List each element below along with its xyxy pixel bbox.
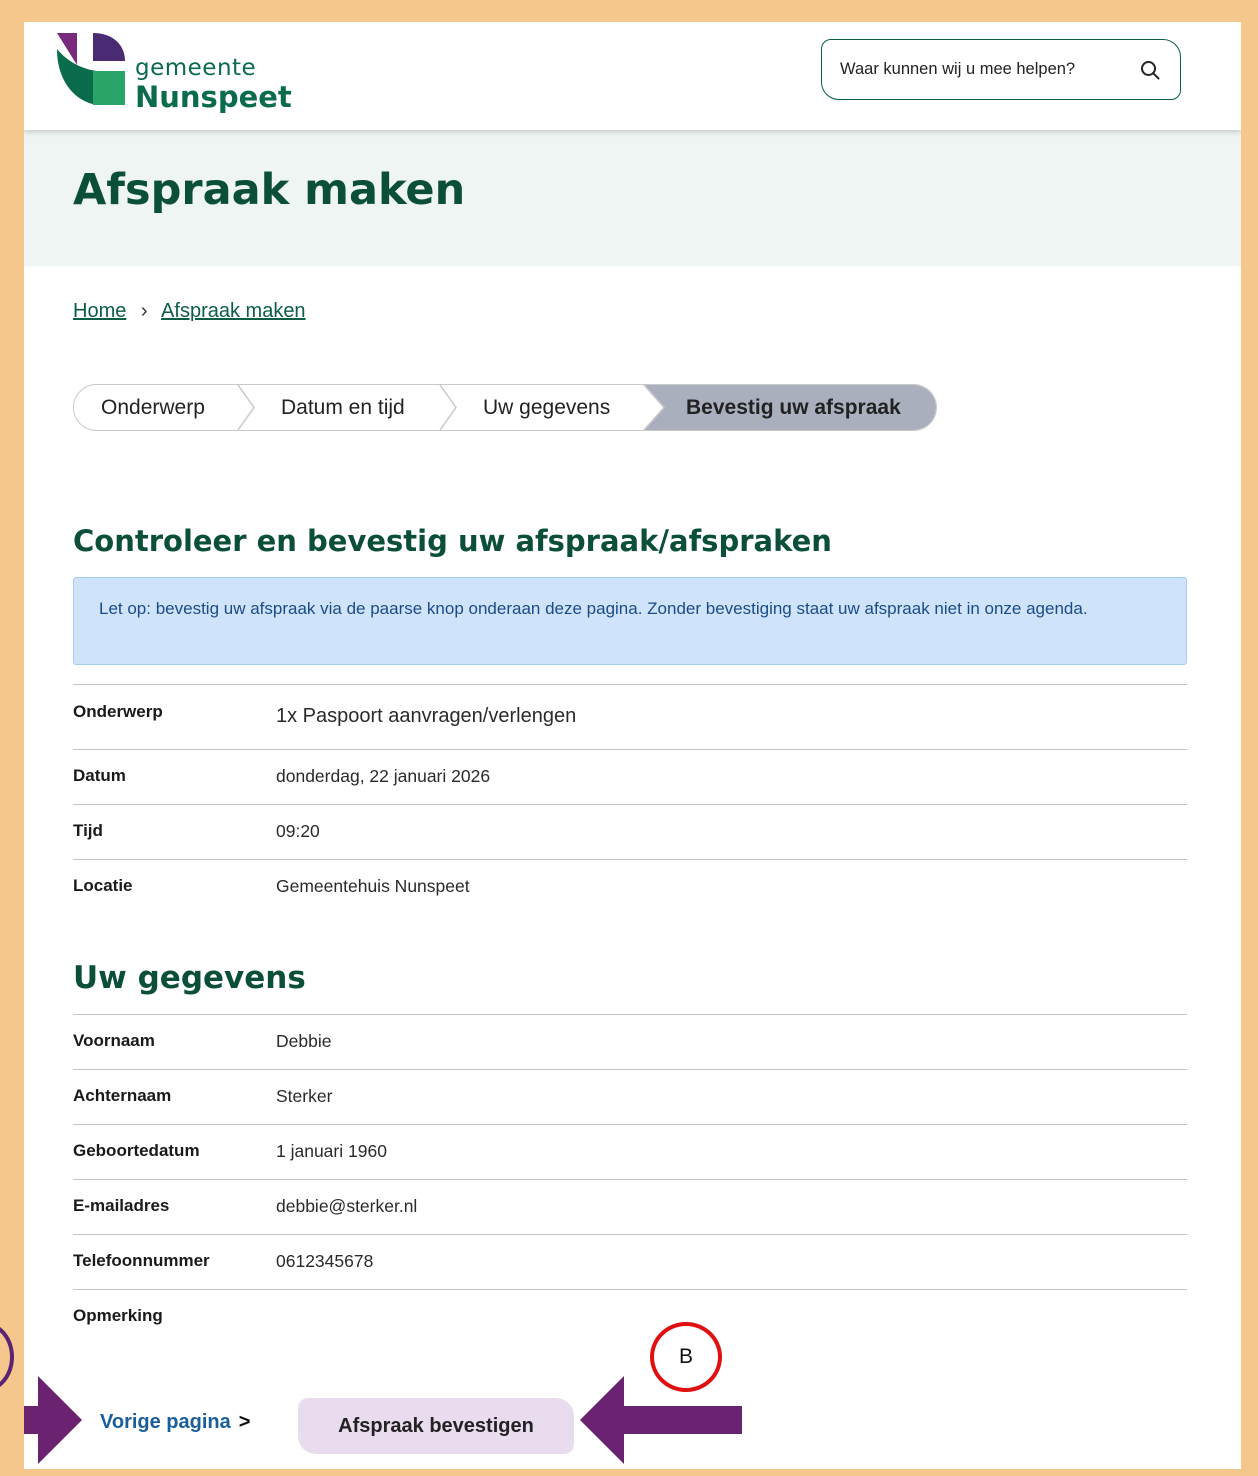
row-label: Telefoonnummer [73, 1251, 210, 1270]
row-value: 1 januari 1960 [276, 1141, 387, 1161]
row-label: Geboortedatum [73, 1141, 200, 1160]
logo-text-small: gemeente [135, 55, 257, 81]
row-label: Voornaam [73, 1031, 155, 1050]
table-row: Datum donderdag, 22 januari 2026 [73, 749, 1187, 804]
table-row: Opmerking [73, 1289, 1187, 1344]
row-value: Gemeentehuis Nunspeet [276, 876, 470, 896]
row-value: donderdag, 22 januari 2026 [276, 766, 491, 786]
row-label: Datum [73, 766, 126, 785]
row-label: Opmerking [73, 1306, 163, 1325]
table-row: Onderwerp 1x Paspoort aanvragen/verlenge… [73, 684, 1187, 749]
row-value: 0612345678 [276, 1251, 374, 1271]
page-hero: Afspraak maken [24, 130, 1241, 266]
step-bevestig-active: Bevestig uw afspraak [686, 396, 901, 419]
notice-text: Let op: bevestig uw afspraak via de paar… [99, 599, 1088, 618]
search-box[interactable]: Waar kunnen wij u mee helpen? [821, 39, 1181, 100]
logo-text-big: Nunspeet [135, 80, 292, 114]
table-row: E-mailadres debbie@sterker.nl [73, 1179, 1187, 1234]
page: gemeente Nunspeet Waar kunnen wij u mee … [24, 22, 1241, 1469]
row-label: E-mailadres [73, 1196, 170, 1215]
annotation-marker-b: B [650, 1322, 722, 1392]
site-header: gemeente Nunspeet Waar kunnen wij u mee … [24, 22, 1241, 130]
site-logo[interactable]: gemeente Nunspeet [55, 31, 305, 115]
row-value: 09:20 [276, 821, 320, 841]
breadcrumb: Home › Afspraak maken [73, 300, 306, 323]
row-value: Debbie [276, 1031, 332, 1051]
row-label: Locatie [73, 876, 133, 895]
table-row: Tijd 09:20 [73, 804, 1187, 859]
row-value: debbie@sterker.nl [276, 1196, 418, 1216]
table-row: Locatie Gemeentehuis Nunspeet [73, 859, 1187, 914]
breadcrumb-home-link[interactable]: Home [73, 300, 126, 322]
search-icon[interactable] [1140, 60, 1160, 80]
previous-page-label: Vorige pagina [100, 1411, 231, 1433]
breadcrumb-current-link[interactable]: Afspraak maken [161, 300, 306, 322]
step-onderwerp: Onderwerp [101, 396, 205, 419]
appointment-table: Onderwerp 1x Paspoort aanvragen/verlenge… [73, 684, 1187, 914]
page-title: Afspraak maken [73, 165, 466, 215]
details-section-title: Uw gegevens [73, 960, 306, 996]
notice-banner: Let op: bevestig uw afspraak via de paar… [73, 577, 1187, 665]
row-value: 1x Paspoort aanvragen/verlengen [276, 705, 577, 727]
search-input[interactable]: Waar kunnen wij u mee helpen? [840, 60, 1075, 79]
row-label: Achternaam [73, 1086, 172, 1105]
table-row: Achternaam Sterker [73, 1069, 1187, 1124]
step-uw-gegevens: Uw gegevens [483, 396, 611, 419]
details-table: Voornaam Debbie Achternaam Sterker Geboo… [73, 1014, 1187, 1344]
chevron-right-icon: > [238, 1411, 251, 1433]
nunspeet-logo-icon [57, 33, 125, 105]
annotation-arrow-right-icon [24, 1376, 82, 1464]
previous-page-link[interactable]: Vorige pagina > [100, 1411, 250, 1434]
progress-steps: Onderwerp Datum en tijd Uw gegevens Beve… [73, 384, 937, 431]
table-row: Geboortedatum 1 januari 1960 [73, 1124, 1187, 1179]
confirm-appointment-button[interactable]: Afspraak bevestigen [298, 1398, 574, 1454]
row-label: Tijd [73, 821, 103, 840]
row-value: Sterker [276, 1086, 333, 1106]
annotation-arrow-left-icon [580, 1376, 742, 1464]
confirm-section-title: Controleer en bevestig uw afspraak/afspr… [73, 524, 832, 558]
row-label: Onderwerp [73, 702, 163, 721]
step-datum-tijd: Datum en tijd [281, 396, 405, 419]
table-row: Voornaam Debbie [73, 1014, 1187, 1069]
breadcrumb-separator: › [140, 300, 148, 322]
table-row: Telefoonnummer 0612345678 [73, 1234, 1187, 1289]
